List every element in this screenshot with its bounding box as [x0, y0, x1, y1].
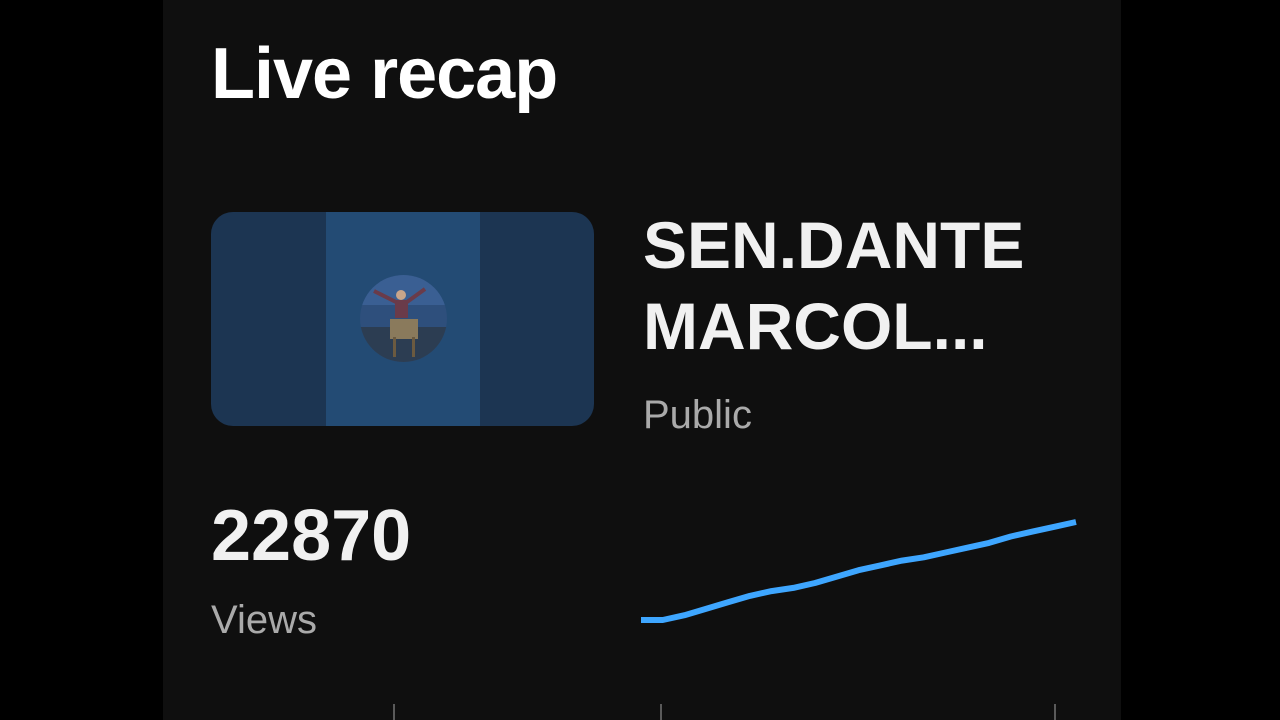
views-label: Views [211, 598, 317, 642]
page-title: Live recap [211, 34, 558, 114]
views-sparkline-chart [641, 519, 1077, 623]
views-series-line [641, 519, 1077, 623]
live-recap-panel: Live recap SEN.DANTE MARCOL... Public 22… [163, 0, 1121, 720]
video-title-line2: MARCOL... [643, 288, 988, 363]
timeline-tick [393, 704, 395, 720]
video-thumbnail[interactable] [211, 212, 594, 426]
avatar-photo-icon [360, 275, 447, 362]
video-title-line1: SEN.DANTE [643, 208, 1025, 282]
timeline-tick [660, 704, 662, 720]
visibility-status: Public [643, 393, 752, 437]
views-count: 22870 [211, 496, 412, 576]
timeline-tick [1054, 704, 1056, 720]
video-title[interactable]: SEN.DANTE MARCOL... [643, 205, 1103, 366]
channel-avatar [360, 275, 447, 362]
